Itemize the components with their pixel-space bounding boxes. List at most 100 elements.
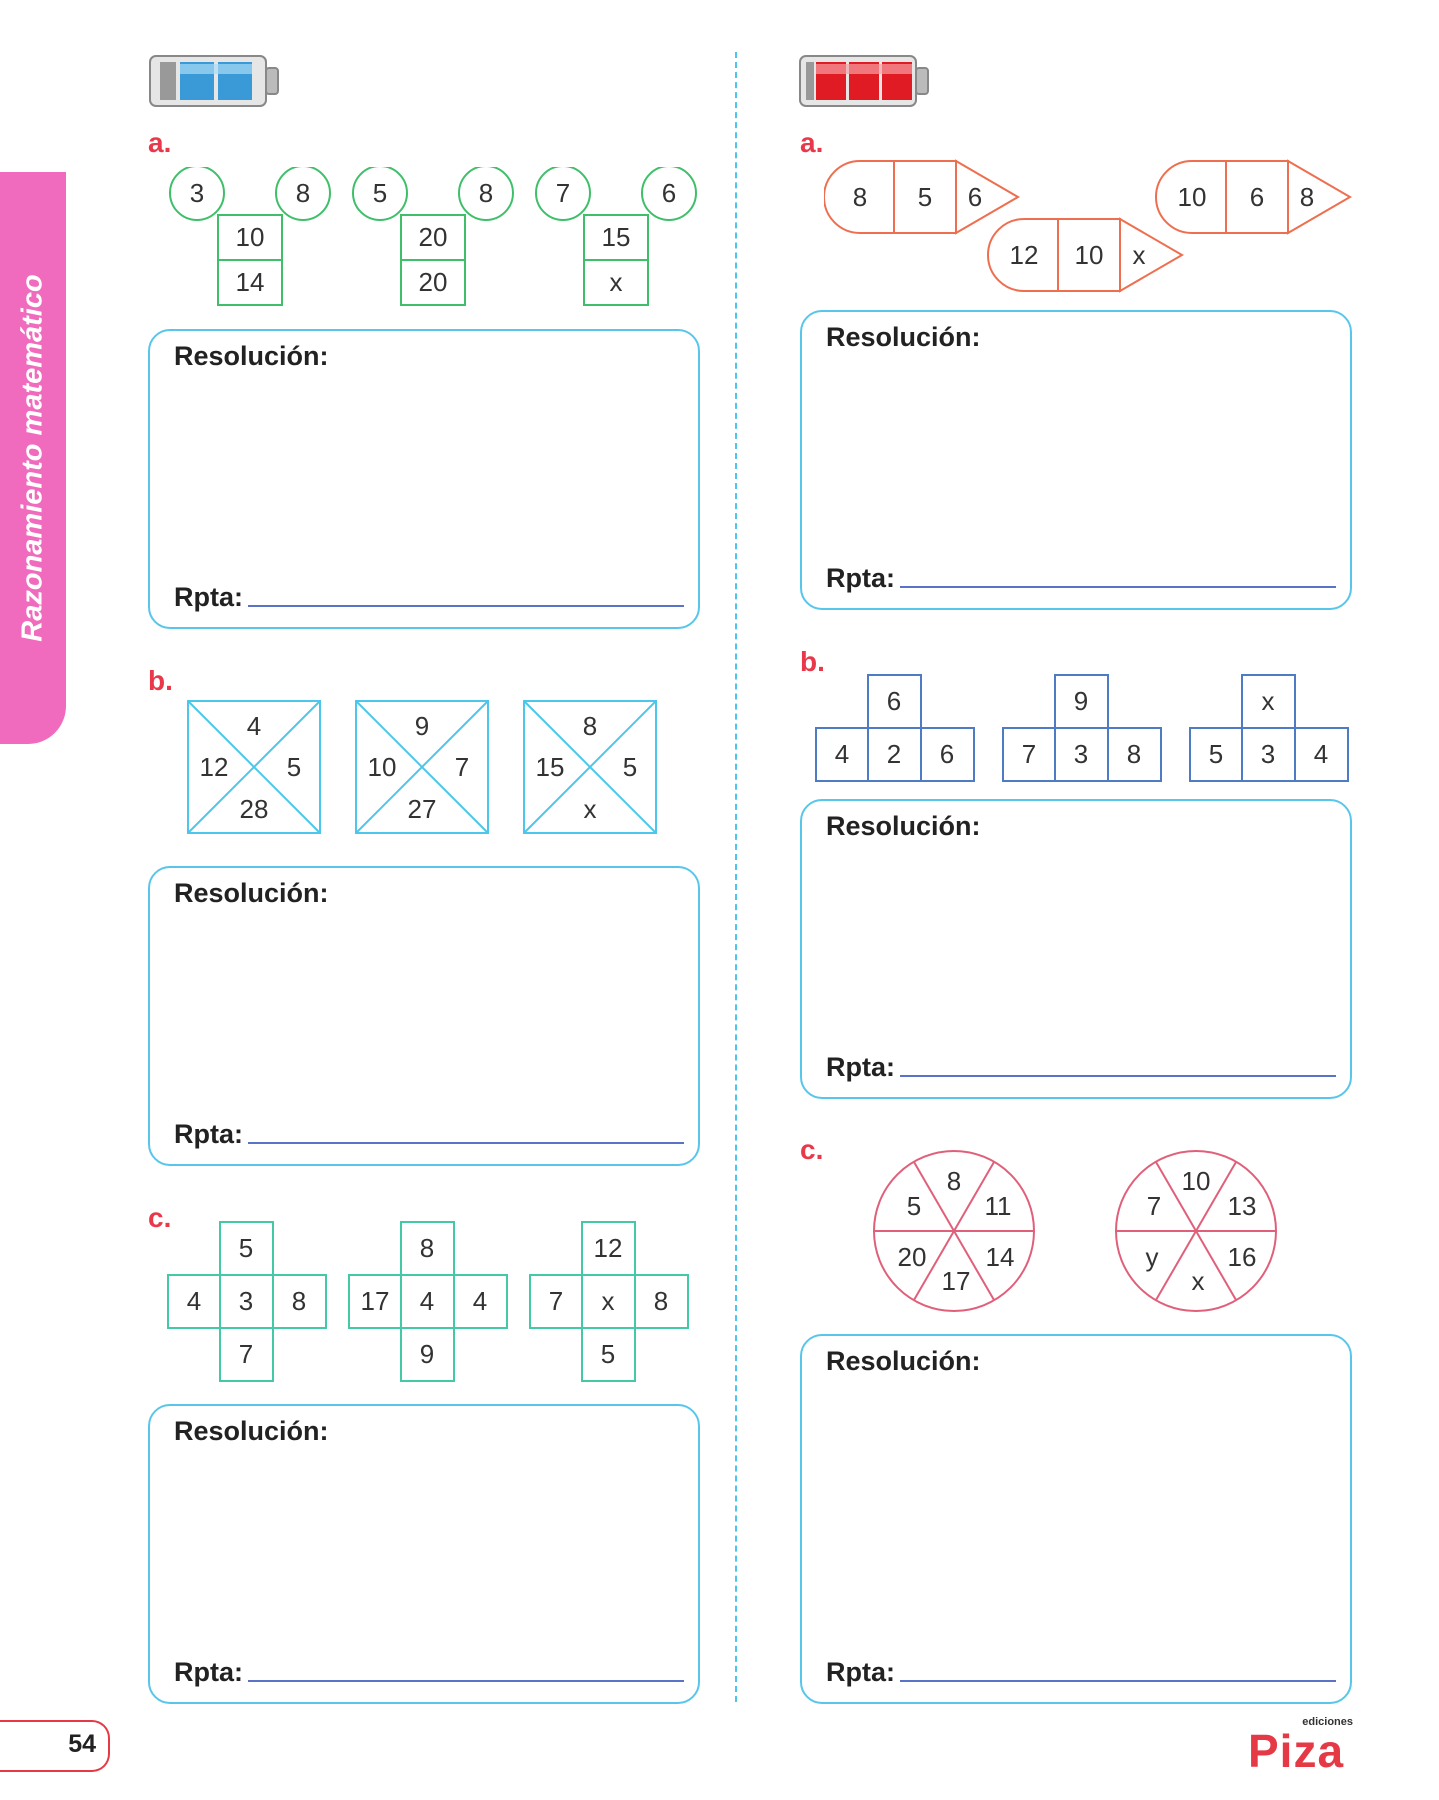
right-a-figures: 8 5 6 12 10 x 10 6 8 bbox=[823, 159, 1354, 295]
answer-label: Rpta: bbox=[174, 1119, 243, 1149]
cross2-center: 4 bbox=[420, 1286, 434, 1316]
battery-blue-icon bbox=[149, 55, 279, 107]
sq1-bottom: 28 bbox=[240, 794, 269, 824]
t-shape-figures: 6 4 2 6 9 7 3 8 x 5 3 4 bbox=[815, 674, 1349, 782]
cross3-right: 8 bbox=[654, 1286, 668, 1316]
resolution-title: Resolución: bbox=[174, 1416, 329, 1446]
cross1-center: 3 bbox=[239, 1286, 253, 1316]
pencil3-cell3: 8 bbox=[1300, 182, 1314, 212]
cross2-left: 17 bbox=[361, 1286, 390, 1316]
answer-label: Rpta: bbox=[826, 1052, 895, 1082]
resolution-box-left-c[interactable]: Resolución: Rpta: bbox=[148, 1404, 700, 1704]
wheel1-bottom: 17 bbox=[942, 1266, 971, 1296]
left-a-figures: 3 8 10 14 5 8 20 20 7 6 15 x bbox=[165, 165, 705, 307]
sq2-left: 10 bbox=[368, 752, 397, 782]
t3-left: 5 bbox=[1209, 739, 1223, 769]
t2-center: 3 bbox=[1074, 739, 1088, 769]
fig3-top-right: 6 bbox=[662, 178, 676, 208]
left-label-a: a. bbox=[148, 127, 172, 158]
wheel1-lower-left: 20 bbox=[898, 1242, 927, 1272]
resolution-box-right-a[interactable]: Resolución: Rpta: bbox=[800, 310, 1352, 610]
wheel1-upper-left: 5 bbox=[907, 1191, 921, 1221]
fig1-top-right: 8 bbox=[296, 178, 310, 208]
cross2-top: 8 bbox=[420, 1233, 434, 1263]
fig3-bottom: x bbox=[610, 267, 623, 297]
sq2-top: 9 bbox=[415, 711, 429, 741]
fig3-middle: 15 bbox=[602, 222, 631, 252]
t2-left: 7 bbox=[1022, 739, 1036, 769]
fig3-top-left: 7 bbox=[556, 178, 570, 208]
answer-line[interactable] bbox=[900, 1075, 1336, 1077]
sq1-top: 4 bbox=[247, 711, 261, 741]
pencil1-cell1: 8 bbox=[853, 182, 867, 212]
answer-label: Rpta: bbox=[826, 1657, 895, 1687]
cross2-right: 4 bbox=[473, 1286, 487, 1316]
fig1-bottom: 14 bbox=[236, 267, 265, 297]
answer-label: Rpta: bbox=[174, 582, 243, 612]
answer-line[interactable] bbox=[248, 1680, 684, 1682]
sq3-right: 5 bbox=[623, 752, 637, 782]
battery-red-icon bbox=[799, 55, 929, 107]
resolution-title: Resolución: bbox=[826, 322, 981, 352]
pencil2-cell2: 10 bbox=[1075, 240, 1104, 270]
answer-line[interactable] bbox=[900, 1680, 1336, 1682]
resolution-title: Resolución: bbox=[174, 878, 329, 908]
pencil-figures: 8 5 6 12 10 x 10 6 8 bbox=[823, 159, 1352, 293]
page-number: 54 bbox=[68, 1730, 96, 1758]
cross1-right: 8 bbox=[292, 1286, 306, 1316]
cross3-left: 7 bbox=[549, 1286, 563, 1316]
fig2-top-left: 5 bbox=[373, 178, 387, 208]
resolution-title: Resolución: bbox=[826, 811, 981, 841]
answer-line[interactable] bbox=[248, 605, 684, 607]
right-c-figures: 8 11 14 17 20 5 10 13 16 x y 7 bbox=[872, 1149, 1282, 1315]
answer-line[interactable] bbox=[900, 586, 1336, 588]
logo-main: Piza bbox=[1248, 1725, 1345, 1777]
wheel1-top: 8 bbox=[947, 1166, 961, 1196]
pencil1-cell3: 6 bbox=[968, 182, 982, 212]
t2-right: 8 bbox=[1127, 739, 1141, 769]
pencil1-cell2: 5 bbox=[918, 182, 932, 212]
wheel2-upper-right: 13 bbox=[1228, 1191, 1257, 1221]
fig2-middle: 20 bbox=[419, 222, 448, 252]
right-label-a: a. bbox=[800, 127, 824, 158]
resolution-box-left-a[interactable]: Resolución: Rpta: bbox=[148, 329, 700, 629]
cross1-top: 5 bbox=[239, 1233, 253, 1263]
t1-center: 2 bbox=[887, 739, 901, 769]
wheel1-upper-right: 11 bbox=[985, 1191, 1012, 1221]
t3-top: x bbox=[1262, 686, 1275, 716]
pencil2-cell1: 12 bbox=[1010, 240, 1039, 270]
fig1-middle: 10 bbox=[236, 222, 265, 252]
sq1-right: 5 bbox=[287, 752, 301, 782]
answer-line[interactable] bbox=[248, 1142, 684, 1144]
pencil3-cell1: 10 bbox=[1178, 182, 1207, 212]
resolution-title: Resolución: bbox=[826, 1346, 981, 1376]
cross3-center: x bbox=[602, 1286, 615, 1316]
right-b-figures: 6 4 2 6 9 7 3 8 x 5 3 4 bbox=[815, 674, 1355, 784]
cross3-bottom: 5 bbox=[601, 1339, 615, 1369]
resolution-box-right-b[interactable]: Resolución: Rpta: bbox=[800, 799, 1352, 1099]
t1-right: 6 bbox=[940, 739, 954, 769]
t1-left: 4 bbox=[835, 739, 849, 769]
circle-box-figures: 3 8 10 14 5 8 20 20 7 6 15 x bbox=[169, 165, 697, 306]
t1-top: 6 bbox=[887, 686, 901, 716]
resolution-box-right-c[interactable]: Resolución: Rpta: bbox=[800, 1334, 1352, 1704]
sq2-right: 7 bbox=[455, 752, 469, 782]
resolution-box-left-b[interactable]: Resolución: Rpta: bbox=[148, 866, 700, 1166]
answer-label: Rpta: bbox=[174, 1657, 243, 1687]
wheel2-lower-left: y bbox=[1146, 1242, 1159, 1272]
diagonal-square-figures: 4 12 5 28 9 10 7 27 8 15 5 x bbox=[187, 700, 657, 834]
t3-right: 4 bbox=[1314, 739, 1328, 769]
left-c-figures: 5 4 3 8 7 8 17 4 4 9 12 7 x 8 5 bbox=[167, 1221, 697, 1383]
right-label-c: c. bbox=[800, 1134, 824, 1165]
wheel-figures: 8 11 14 17 20 5 10 13 16 x y 7 bbox=[873, 1150, 1277, 1312]
sq3-left: 15 bbox=[536, 752, 565, 782]
wheel2-lower-right: 16 bbox=[1228, 1242, 1257, 1272]
t2-top: 9 bbox=[1074, 686, 1088, 716]
pencil2-cell3: x bbox=[1133, 240, 1146, 270]
fig1-top-left: 3 bbox=[190, 178, 204, 208]
pencil3-cell2: 6 bbox=[1250, 182, 1264, 212]
fig2-bottom: 20 bbox=[419, 267, 448, 297]
fig2-top-right: 8 bbox=[479, 178, 493, 208]
cross2-bottom: 9 bbox=[420, 1339, 434, 1369]
sq2-bottom: 27 bbox=[408, 794, 437, 824]
